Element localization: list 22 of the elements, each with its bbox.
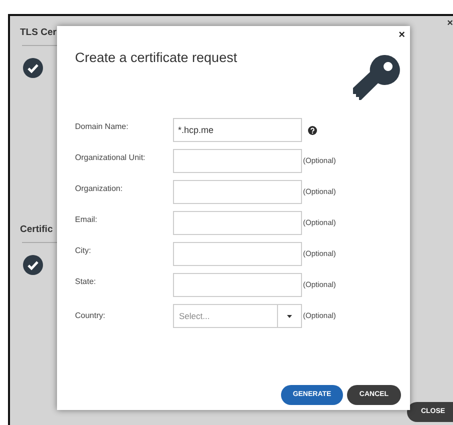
field-label: Domain Name: <box>75 121 130 133</box>
field-label: Country: <box>75 310 106 322</box>
caret-icon <box>287 314 292 318</box>
help-icon[interactable] <box>308 126 317 134</box>
input-field[interactable] <box>173 180 302 204</box>
field-label: Email: <box>75 214 98 226</box>
dialog-title: Create a certificate request <box>75 49 238 67</box>
field-label: Organization: <box>75 183 124 195</box>
key-icon <box>352 55 400 103</box>
close-icon[interactable]: × <box>398 27 405 44</box>
input-field[interactable] <box>173 273 302 297</box>
field-label: State: <box>75 276 97 288</box>
input-field[interactable] <box>173 149 302 173</box>
close-icon[interactable]: × <box>447 16 453 31</box>
field-label: Organizational Unit: <box>75 152 146 164</box>
input-field[interactable] <box>173 242 302 266</box>
country-dropdown[interactable]: Select... <box>173 304 302 328</box>
input-field[interactable] <box>173 211 302 235</box>
section-title: TLS Cer <box>20 26 56 40</box>
input-field[interactable]: *.hcp.me <box>173 118 302 142</box>
section-title: Certific <box>20 223 53 237</box>
field-label: City: <box>75 245 92 257</box>
